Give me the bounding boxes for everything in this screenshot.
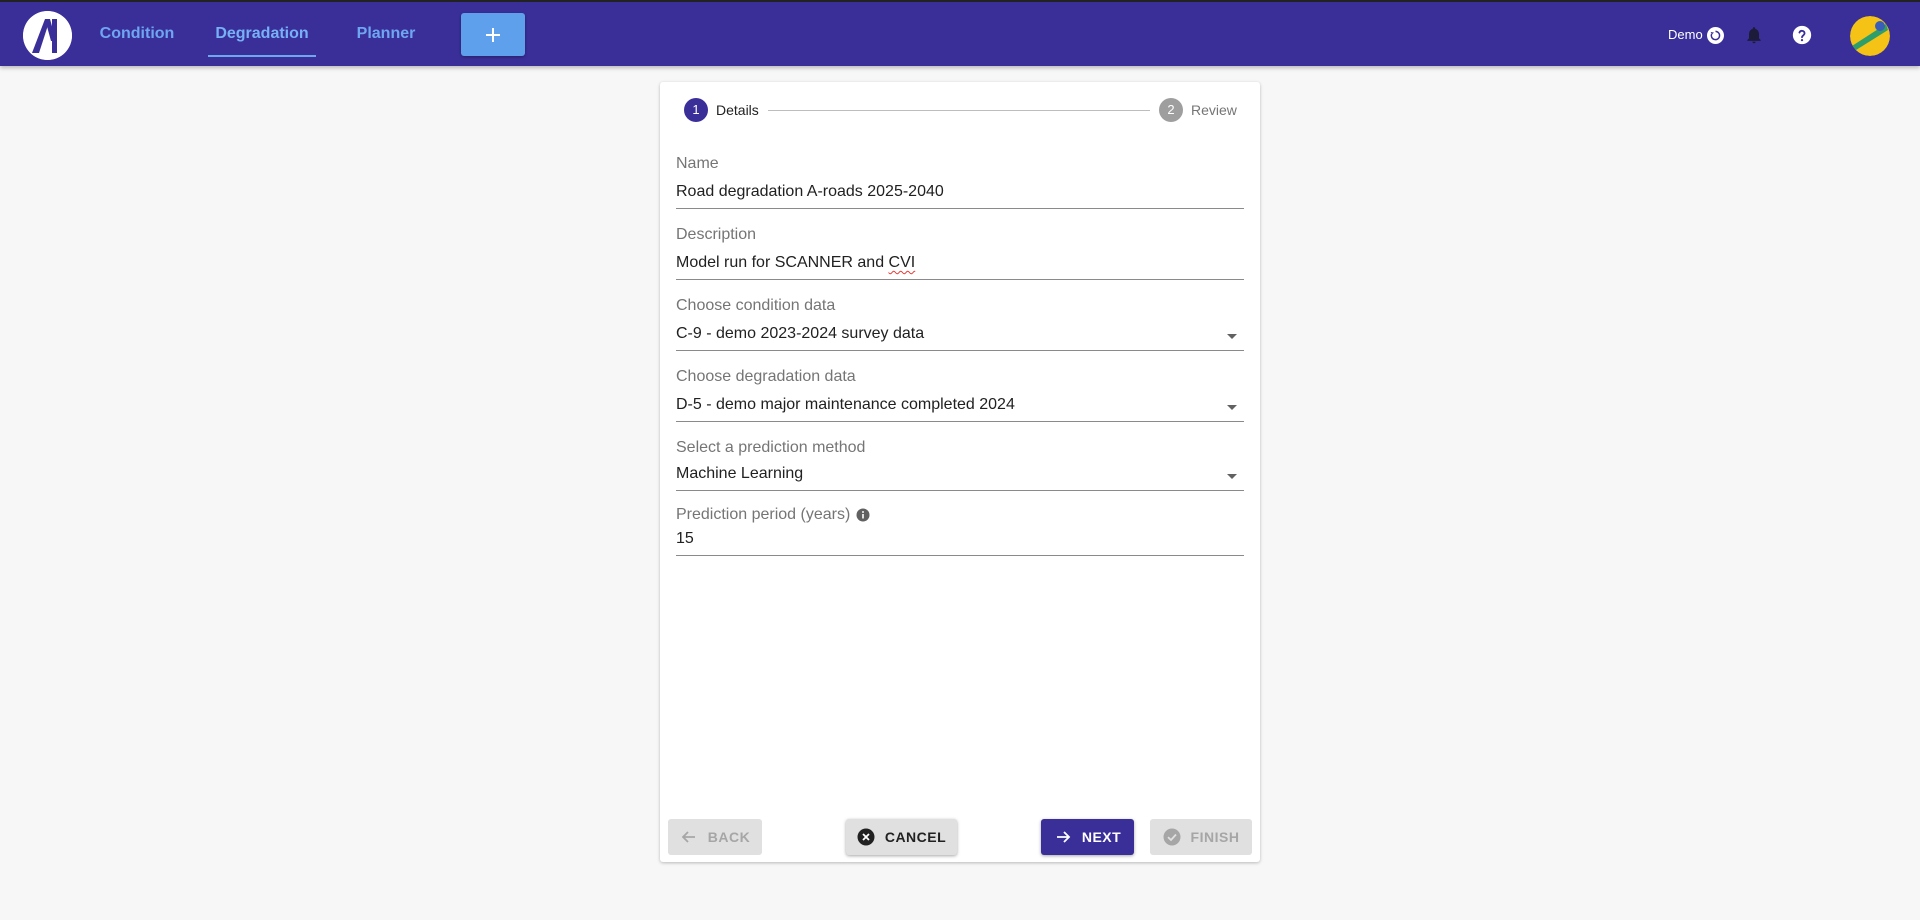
condition-data-value[interactable]: C-9 - demo 2023-2024 survey data (676, 325, 924, 343)
avatar[interactable] (1850, 16, 1890, 56)
name-field-underline (676, 208, 1244, 209)
name-input[interactable]: Road degradation A-roads 2025-2040 (676, 183, 944, 201)
prediction-period-underline (676, 555, 1244, 556)
nav-tab-degradation[interactable]: Degradation (208, 2, 316, 66)
nav-tab-planner[interactable]: Planner (350, 2, 422, 66)
cancel-button[interactable]: CANCEL (846, 819, 957, 855)
description-field-underline (676, 279, 1244, 280)
spellcheck-word: CVI (888, 254, 916, 271)
finish-button-label: FINISH (1190, 829, 1240, 845)
next-button-label: NEXT (1081, 829, 1122, 845)
info-icon[interactable] (856, 508, 870, 522)
sync-icon[interactable] (1707, 27, 1724, 44)
dropdown-arrow-icon[interactable] (1227, 474, 1237, 479)
arrow-left-icon (681, 831, 695, 843)
top-app-bar: Condition Degradation Planner Demo (0, 0, 1920, 66)
back-button-label: BACK (707, 829, 751, 845)
finish-button[interactable]: FINISH (1150, 819, 1252, 855)
description-input[interactable]: Model run for SCANNER and CVI (676, 254, 915, 272)
notifications-bell-icon[interactable] (1743, 24, 1765, 46)
prediction-period-label-text: Prediction period (years) (676, 506, 851, 523)
prediction-period-input[interactable]: 15 (676, 530, 694, 548)
condition-data-label: Choose condition data (676, 297, 836, 314)
degradation-data-underline (676, 421, 1244, 422)
description-field-label: Description (676, 226, 757, 243)
add-button[interactable] (461, 13, 525, 56)
prediction-method-underline (676, 490, 1244, 491)
degradation-data-value[interactable]: D-5 - demo major maintenance completed 2… (676, 396, 1015, 414)
help-icon[interactable] (1791, 24, 1813, 46)
step-2-number[interactable]: 2 (1159, 98, 1183, 122)
degradation-data-label: Choose degradation data (676, 368, 856, 385)
nav-tab-condition-label: Condition (99, 25, 175, 42)
stepper-connector (768, 110, 1150, 111)
arrow-right-icon (1056, 831, 1071, 843)
prediction-method-value[interactable]: Machine Learning (676, 465, 803, 483)
step-1-number[interactable]: 1 (684, 98, 708, 122)
app-logo-icon[interactable] (23, 11, 72, 60)
step-1-label[interactable]: Details (716, 100, 759, 120)
wizard-card: 1 Details 2 Review Name Road degradation… (660, 82, 1260, 862)
description-text: Model run for SCANNER and (676, 254, 889, 271)
nav-tab-degradation-label: Degradation (215, 25, 309, 42)
prediction-period-label: Prediction period (years) (676, 506, 870, 524)
check-circle-icon (1163, 828, 1181, 846)
close-circle-icon (857, 828, 875, 846)
active-tab-indicator (208, 55, 316, 57)
nav-tab-condition[interactable]: Condition (98, 2, 176, 66)
step-2-label[interactable]: Review (1191, 100, 1237, 120)
prediction-method-label: Select a prediction method (676, 439, 866, 456)
dropdown-arrow-icon[interactable] (1227, 334, 1237, 339)
name-field-label: Name (676, 155, 719, 172)
condition-data-underline (676, 350, 1244, 351)
next-button[interactable]: NEXT (1041, 819, 1134, 855)
nav-tab-planner-label: Planner (356, 25, 416, 42)
plus-icon (486, 27, 500, 42)
dropdown-arrow-icon[interactable] (1227, 405, 1237, 410)
cancel-button-label: CANCEL (884, 829, 947, 845)
back-button[interactable]: BACK (668, 819, 762, 855)
user-name[interactable]: Demo (1668, 27, 1703, 42)
